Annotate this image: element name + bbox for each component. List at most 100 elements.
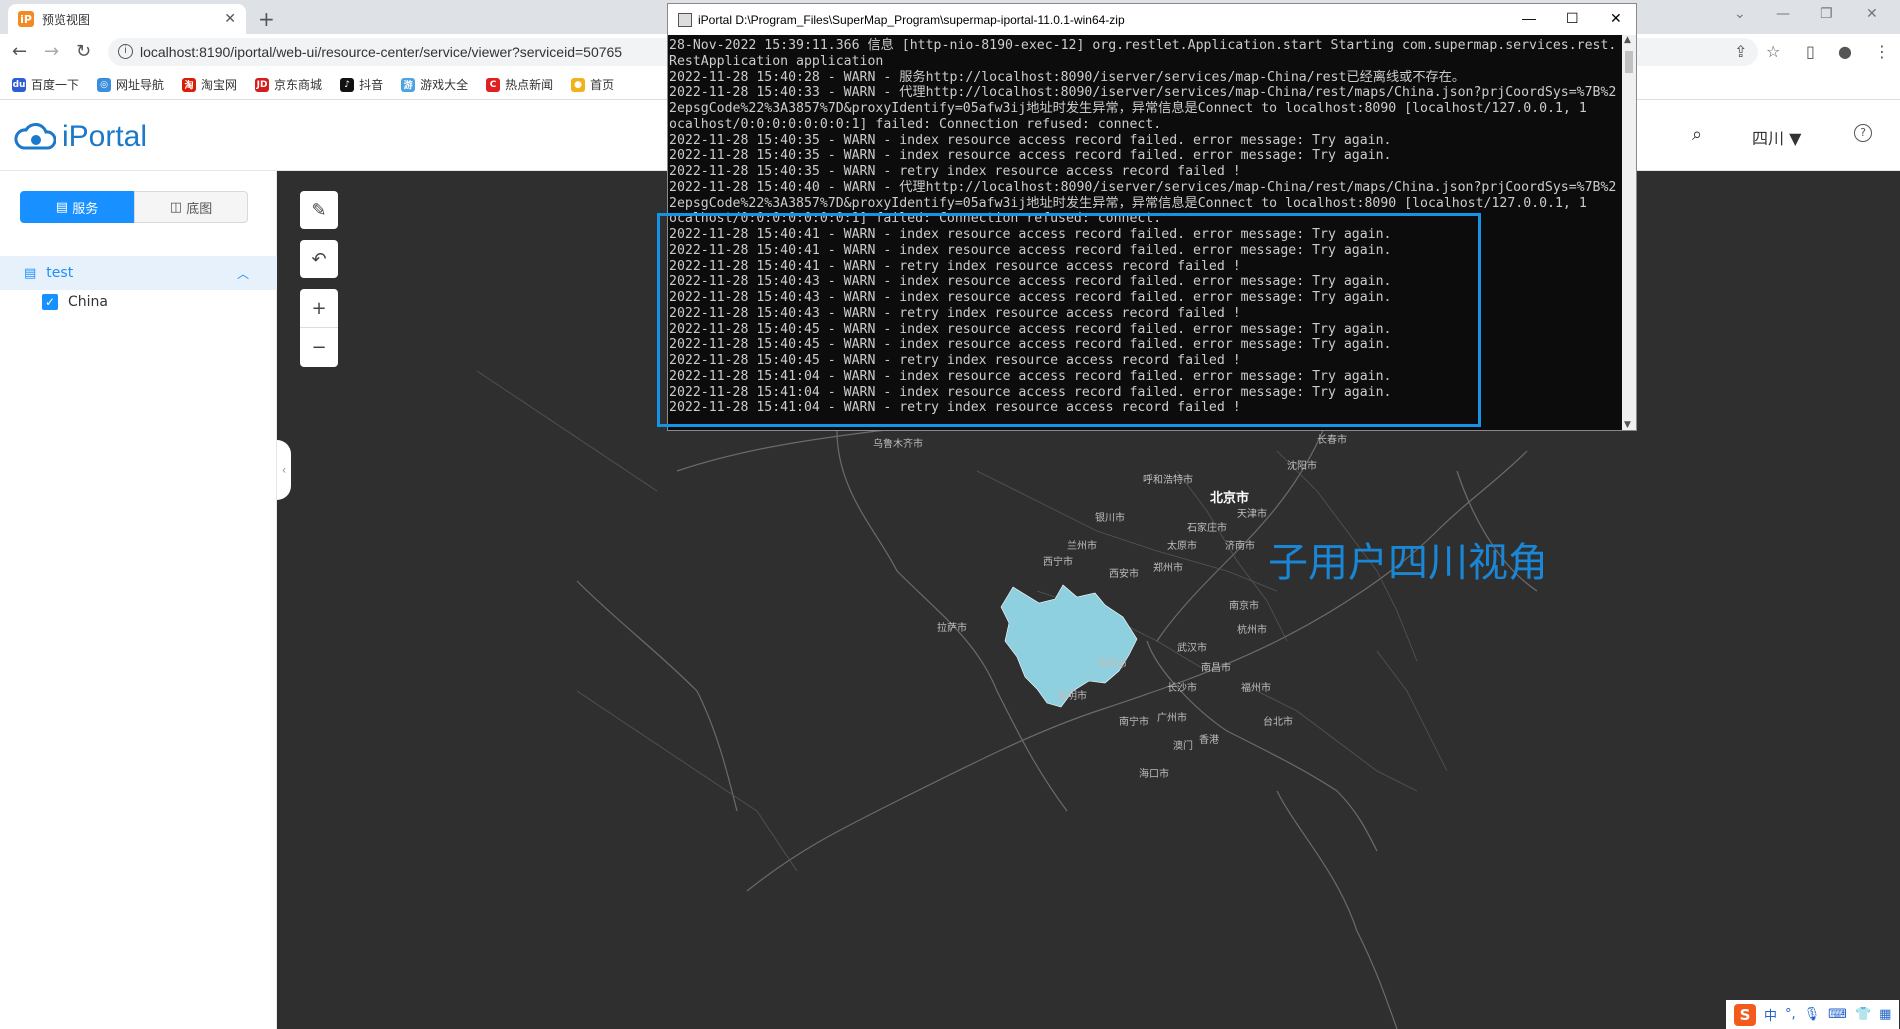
bookmark-item[interactable]: ◎ 网址导航 (97, 76, 164, 93)
tab-service-label: 服务 (72, 201, 99, 217)
console-line: 2022-11-28 15:40:35 - WARN - index resou… (669, 132, 1392, 148)
draw-button[interactable]: ✎ (300, 191, 338, 229)
iportal-logo[interactable]: iPortal (14, 120, 147, 154)
reload-icon[interactable]: ↻ (76, 41, 91, 62)
bookmark-item[interactable]: ● 首页 (571, 76, 614, 93)
city-label: 北京市 (1210, 491, 1250, 506)
console-line: 2022-11-28 15:40:33 - WARN - 代理http://lo… (669, 85, 1617, 101)
tab-service[interactable]: ▤ 服务 (20, 191, 134, 223)
bookmark-icon: 淘 (182, 77, 197, 92)
grid-icon[interactable]: ▦ (1879, 1007, 1891, 1022)
bookmark-label: 游戏大全 (420, 78, 469, 92)
user-menu[interactable]: 四川 ▼ (1752, 125, 1801, 149)
tab-title: 预览视图 (42, 12, 91, 27)
console-maximize-icon[interactable]: ☐ (1566, 10, 1579, 27)
bookmark-label: 京东商城 (274, 78, 323, 92)
info-icon[interactable]: i (118, 44, 133, 59)
layer-group-test[interactable]: ▤ test ︿ (0, 256, 277, 290)
bookmark-item[interactable]: C 热点新闻 (486, 76, 553, 93)
scroll-thumb[interactable] (1625, 51, 1633, 73)
city-label: 济南市 (1225, 541, 1255, 552)
profile-icon[interactable]: ● (1838, 42, 1852, 61)
city-label: 银川市 (1095, 513, 1125, 524)
city-label: 南昌市 (1201, 663, 1231, 674)
layer-sidebar: ▤ 服务 ◫ 底图 ▤ test ︿ ✓ China (0, 171, 277, 1029)
sidepanel-icon[interactable]: ▯ (1806, 42, 1815, 61)
url-text: localhost:8190/iportal/web-ui/resource-c… (140, 44, 623, 60)
city-label: 沈阳市 (1287, 461, 1317, 472)
keyboard-icon[interactable]: ⌨ (1828, 1007, 1847, 1022)
console-line: 28-Nov-2022 15:39:11.366 信息 [http-nio-81… (669, 38, 1617, 53)
forward-icon[interactable]: → (44, 41, 59, 62)
undo-icon: ↶ (311, 248, 327, 270)
minimize-icon[interactable]: — (1776, 6, 1790, 22)
city-label: 郑州市 (1153, 563, 1183, 574)
pencil-icon: ✎ (311, 199, 327, 221)
city-label: 太原市 (1167, 541, 1197, 552)
back-icon[interactable]: ← (12, 41, 27, 62)
chevron-left-icon: ‹ (281, 463, 287, 477)
city-label: 香港 (1199, 735, 1219, 746)
city-label: 天津市 (1237, 509, 1267, 520)
console-line: 2epsgCode%22%3A3857%7D&proxyIdentify=05a… (669, 101, 1587, 116)
zoom-out-button[interactable]: − (300, 328, 338, 367)
console-scrollbar[interactable]: ▲ ▼ (1622, 35, 1636, 430)
city-label: 广州市 (1157, 713, 1187, 724)
bookmark-icon: 游 (401, 77, 416, 92)
scroll-down-icon[interactable]: ▼ (1624, 420, 1631, 430)
chevron-up-icon[interactable]: ︿ (237, 265, 249, 282)
scroll-up-icon[interactable]: ▲ (1624, 35, 1631, 45)
user-name: 四川 (1752, 129, 1785, 148)
sidebar-tabs: ▤ 服务 ◫ 底图 (20, 191, 248, 223)
skin-icon[interactable]: 👕 (1855, 1007, 1871, 1022)
layer-label: China (68, 294, 108, 310)
console-line: RestApplication application (669, 53, 884, 69)
chevron-down-icon[interactable]: ⌄ (1734, 6, 1746, 22)
city-label: 昆明市 (1057, 691, 1087, 702)
punctuation-icon[interactable]: °, (1785, 1007, 1796, 1022)
bookmark-label: 抖音 (359, 78, 384, 92)
console-close-icon[interactable]: ✕ (1610, 10, 1622, 27)
bookmark-item[interactable]: ♪ 抖音 (340, 76, 383, 93)
zoom-in-button[interactable]: + (300, 289, 338, 328)
list-icon: ▤ (55, 199, 73, 215)
layer-checkbox[interactable]: ✓ (42, 294, 58, 310)
city-label: 长沙市 (1167, 683, 1197, 694)
help-icon[interactable]: ? (1854, 124, 1872, 142)
tab-basemap[interactable]: ◫ 底图 (134, 191, 248, 223)
share-icon[interactable]: ⇪ (1734, 42, 1747, 61)
console-line: 2022-11-28 15:40:40 - WARN - 代理http://lo… (669, 179, 1617, 195)
city-label: 石家庄市 (1187, 523, 1227, 534)
bookmark-item[interactable]: 游游戏大全 (401, 76, 468, 93)
ime-toolbar[interactable]: S 中 °, 🎙 ⌨ 👕 ▦ (1726, 1000, 1900, 1029)
browser-tab[interactable]: iP 预览视图 ✕ (8, 4, 246, 34)
city-label: 呼和浩特市 (1143, 475, 1193, 486)
tab-basemap-label: 底图 (186, 201, 213, 217)
sidebar-collapse-handle[interactable]: ‹ (277, 440, 291, 500)
city-label: 武汉市 (1177, 643, 1207, 654)
cloud-logo-icon (14, 123, 56, 150)
group-label: test (46, 265, 74, 281)
city-label: 台北市 (1263, 717, 1293, 728)
bookmark-label: 淘宝网 (201, 78, 238, 92)
restore-icon[interactable]: ❐ (1820, 6, 1833, 22)
ime-lang[interactable]: 中 (1764, 1005, 1777, 1024)
city-label: 兰州市 (1067, 541, 1097, 552)
bookmark-item[interactable]: JD 京东商城 (255, 76, 322, 93)
bookmark-icon: C (486, 77, 501, 92)
layer-item-china[interactable]: ✓ China (42, 294, 108, 310)
undo-button[interactable]: ↶ (300, 240, 338, 278)
close-icon[interactable]: ✕ (224, 11, 236, 27)
console-minimize-icon[interactable]: — (1522, 10, 1536, 26)
logo-text: iPortal (62, 120, 148, 153)
city-label: 海口市 (1139, 769, 1169, 780)
star-icon[interactable]: ☆ (1766, 42, 1780, 61)
bookmark-item[interactable]: 淘淘宝网 (182, 76, 237, 93)
bookmark-item[interactable]: du 百度一下 (12, 76, 79, 93)
new-tab-button[interactable]: + (258, 7, 275, 31)
search-icon[interactable]: ⌕ (1692, 124, 1702, 145)
close-window-icon[interactable]: ✕ (1866, 6, 1878, 22)
menu-icon[interactable]: ⋮ (1874, 42, 1890, 61)
console-titlebar[interactable]: iPortal D:\Program_Files\SuperMap_Progra… (668, 4, 1636, 35)
mic-icon[interactable]: 🎙 (1804, 1007, 1821, 1022)
